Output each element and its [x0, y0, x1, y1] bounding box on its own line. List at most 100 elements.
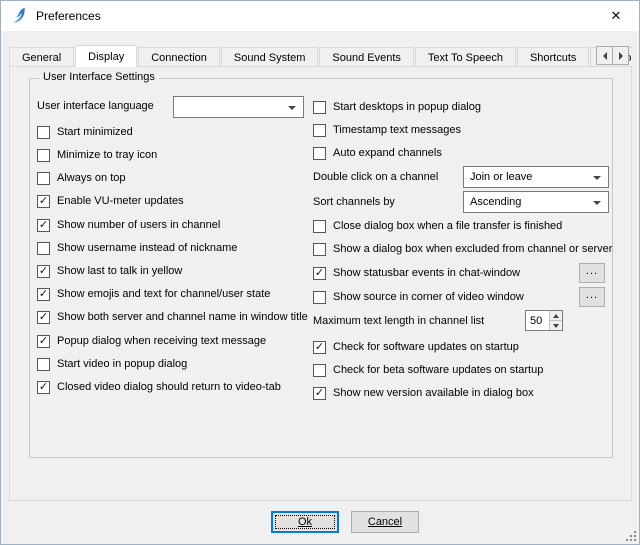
checkmark-icon: ✓ — [315, 267, 324, 278]
ellipsis-icon: ... — [586, 265, 598, 277]
checkbox-label: Show emojis and text for channel/user st… — [57, 288, 270, 300]
checkbox-show-excluded-dialog[interactable]: Show a dialog box when excluded from cha… — [313, 239, 612, 259]
ellipsis-icon: ... — [586, 289, 598, 301]
checkbox-show-new-version[interactable]: ✓ Show new version available in dialog b… — [313, 383, 534, 403]
sort-channels-combobox[interactable]: Ascending — [463, 191, 609, 213]
checkbox-auto-expand-channels[interactable]: Auto expand channels — [313, 143, 442, 163]
checkbox-popup-text-message[interactable]: ✓ Popup dialog when receiving text messa… — [37, 331, 266, 351]
tab-sound-events[interactable]: Sound Events — [319, 47, 414, 67]
checkbox-box[interactable]: ✓ — [313, 387, 326, 400]
checkbox-label: Auto expand channels — [333, 147, 442, 159]
title-bar: Preferences ✕ — [1, 1, 639, 31]
ok-button-label: Ok — [298, 516, 312, 528]
checkbox-label: Start minimized — [57, 126, 133, 138]
checkbox-label: Show last to talk in yellow — [57, 265, 182, 277]
spin-arrows — [549, 311, 562, 330]
checkbox-box[interactable] — [313, 124, 326, 137]
checkbox-label: Show username instead of nickname — [57, 242, 237, 254]
checkbox-enable-vu-meter[interactable]: ✓ Enable VU-meter updates — [37, 191, 184, 211]
chevron-down-icon — [593, 201, 601, 205]
checkmark-icon: ✓ — [39, 195, 48, 206]
combo-value: Join or leave — [470, 171, 532, 183]
double-click-combobox[interactable]: Join or leave — [463, 166, 609, 188]
sort-channels-label-text: Sort channels by — [313, 196, 395, 208]
checkbox-label: Start desktops in popup dialog — [333, 101, 481, 113]
checkbox-box[interactable]: ✓ — [37, 219, 50, 232]
checkbox-box[interactable]: ✓ — [37, 311, 50, 324]
checkbox-show-user-count[interactable]: ✓ Show number of users in channel — [37, 215, 220, 235]
checkbox-box[interactable]: ✓ — [37, 195, 50, 208]
checkbox-box[interactable] — [313, 364, 326, 377]
ok-button[interactable]: Ok — [271, 511, 339, 533]
checkbox-label: Closed video dialog should return to vid… — [57, 381, 281, 393]
checkbox-show-window-title[interactable]: ✓ Show both server and channel name in w… — [37, 307, 308, 327]
tab-text-to-speech[interactable]: Text To Speech — [415, 47, 516, 67]
tab-scroll-control — [597, 46, 629, 65]
checkbox-box[interactable]: ✓ — [37, 381, 50, 394]
checkbox-box[interactable] — [313, 147, 326, 160]
checkbox-label: Timestamp text messages — [333, 124, 461, 136]
checkbox-box[interactable] — [37, 358, 50, 371]
checkbox-box[interactable]: ✓ — [313, 341, 326, 354]
window-title: Preferences — [36, 9, 101, 23]
checkbox-box[interactable]: ✓ — [313, 267, 326, 280]
checkbox-box[interactable] — [313, 243, 326, 256]
double-click-label: Double click on a channel — [313, 167, 438, 187]
checkbox-close-on-file-transfer[interactable]: Close dialog box when a file transfer is… — [313, 216, 562, 236]
checkbox-start-video-popup[interactable]: Start video in popup dialog — [37, 354, 187, 374]
close-button[interactable]: ✕ — [593, 1, 639, 31]
checkbox-box[interactable] — [37, 242, 50, 255]
checkbox-box[interactable] — [37, 172, 50, 185]
checkbox-box[interactable] — [37, 149, 50, 162]
checkbox-label: Show both server and channel name in win… — [57, 311, 308, 323]
spin-up-button[interactable] — [550, 311, 562, 321]
cancel-button-label: Cancel — [368, 516, 402, 528]
checkbox-check-beta-updates[interactable]: Check for beta software updates on start… — [313, 360, 543, 380]
video-source-config-button[interactable]: ... — [579, 287, 605, 307]
up-arrow-icon — [553, 314, 559, 318]
checkbox-start-minimized[interactable]: Start minimized — [37, 122, 133, 142]
cancel-button[interactable]: Cancel — [351, 511, 419, 533]
checkbox-show-last-talk[interactable]: ✓ Show last to talk in yellow — [37, 261, 182, 281]
statusbar-events-config-button[interactable]: ... — [579, 263, 605, 283]
max-text-length-spinner[interactable]: 50 — [525, 310, 563, 331]
checkbox-box[interactable]: ✓ — [37, 265, 50, 278]
checkbox-label: Show number of users in channel — [57, 219, 220, 231]
tab-general[interactable]: General — [9, 47, 74, 67]
checkbox-timestamp-messages[interactable]: Timestamp text messages — [313, 120, 461, 140]
checkbox-show-emojis[interactable]: ✓ Show emojis and text for channel/user … — [37, 284, 270, 304]
tab-scroll-left-button[interactable] — [596, 46, 613, 65]
chevron-down-icon — [593, 176, 601, 180]
tab-sound-system[interactable]: Sound System — [221, 47, 319, 67]
checkbox-closed-video-return[interactable]: ✓ Closed video dialog should return to v… — [37, 377, 281, 397]
max-text-length-label: Maximum text length in channel list — [313, 311, 484, 331]
checkbox-label: Show new version available in dialog box — [333, 387, 534, 399]
down-arrow-icon — [553, 324, 559, 328]
checkbox-statusbar-events[interactable]: ✓ Show statusbar events in chat-window — [313, 263, 520, 283]
checkbox-box[interactable] — [313, 291, 326, 304]
checkbox-check-updates[interactable]: ✓ Check for software updates on startup — [313, 337, 519, 357]
resize-grip[interactable] — [624, 529, 637, 542]
checkbox-label: Close dialog box when a file transfer is… — [333, 220, 562, 232]
checkbox-always-on-top[interactable]: Always on top — [37, 168, 125, 188]
checkbox-start-desktops-popup[interactable]: Start desktops in popup dialog — [313, 97, 481, 117]
checkbox-label: Check for beta software updates on start… — [333, 364, 543, 376]
checkbox-box[interactable] — [313, 101, 326, 114]
checkbox-box[interactable]: ✓ — [37, 288, 50, 301]
checkbox-label: Popup dialog when receiving text message — [57, 335, 266, 347]
checkbox-box[interactable]: ✓ — [37, 335, 50, 348]
checkbox-minimize-to-tray[interactable]: Minimize to tray icon — [37, 145, 157, 165]
tab-connection[interactable]: Connection — [138, 47, 220, 67]
language-combobox[interactable] — [173, 96, 304, 118]
tab-bar: General Display Connection Sound System … — [9, 44, 632, 67]
checkbox-box[interactable] — [313, 220, 326, 233]
tab-scroll-right-button[interactable] — [612, 46, 629, 65]
checkbox-box[interactable] — [37, 126, 50, 139]
spin-down-button[interactable] — [550, 321, 562, 330]
close-icon: ✕ — [611, 8, 622, 24]
tab-shortcuts[interactable]: Shortcuts — [517, 47, 589, 67]
checkbox-show-username[interactable]: Show username instead of nickname — [37, 238, 237, 258]
tab-display[interactable]: Display — [75, 45, 137, 67]
checkbox-video-source-corner[interactable]: Show source in corner of video window — [313, 287, 524, 307]
checkmark-icon: ✓ — [39, 335, 48, 346]
